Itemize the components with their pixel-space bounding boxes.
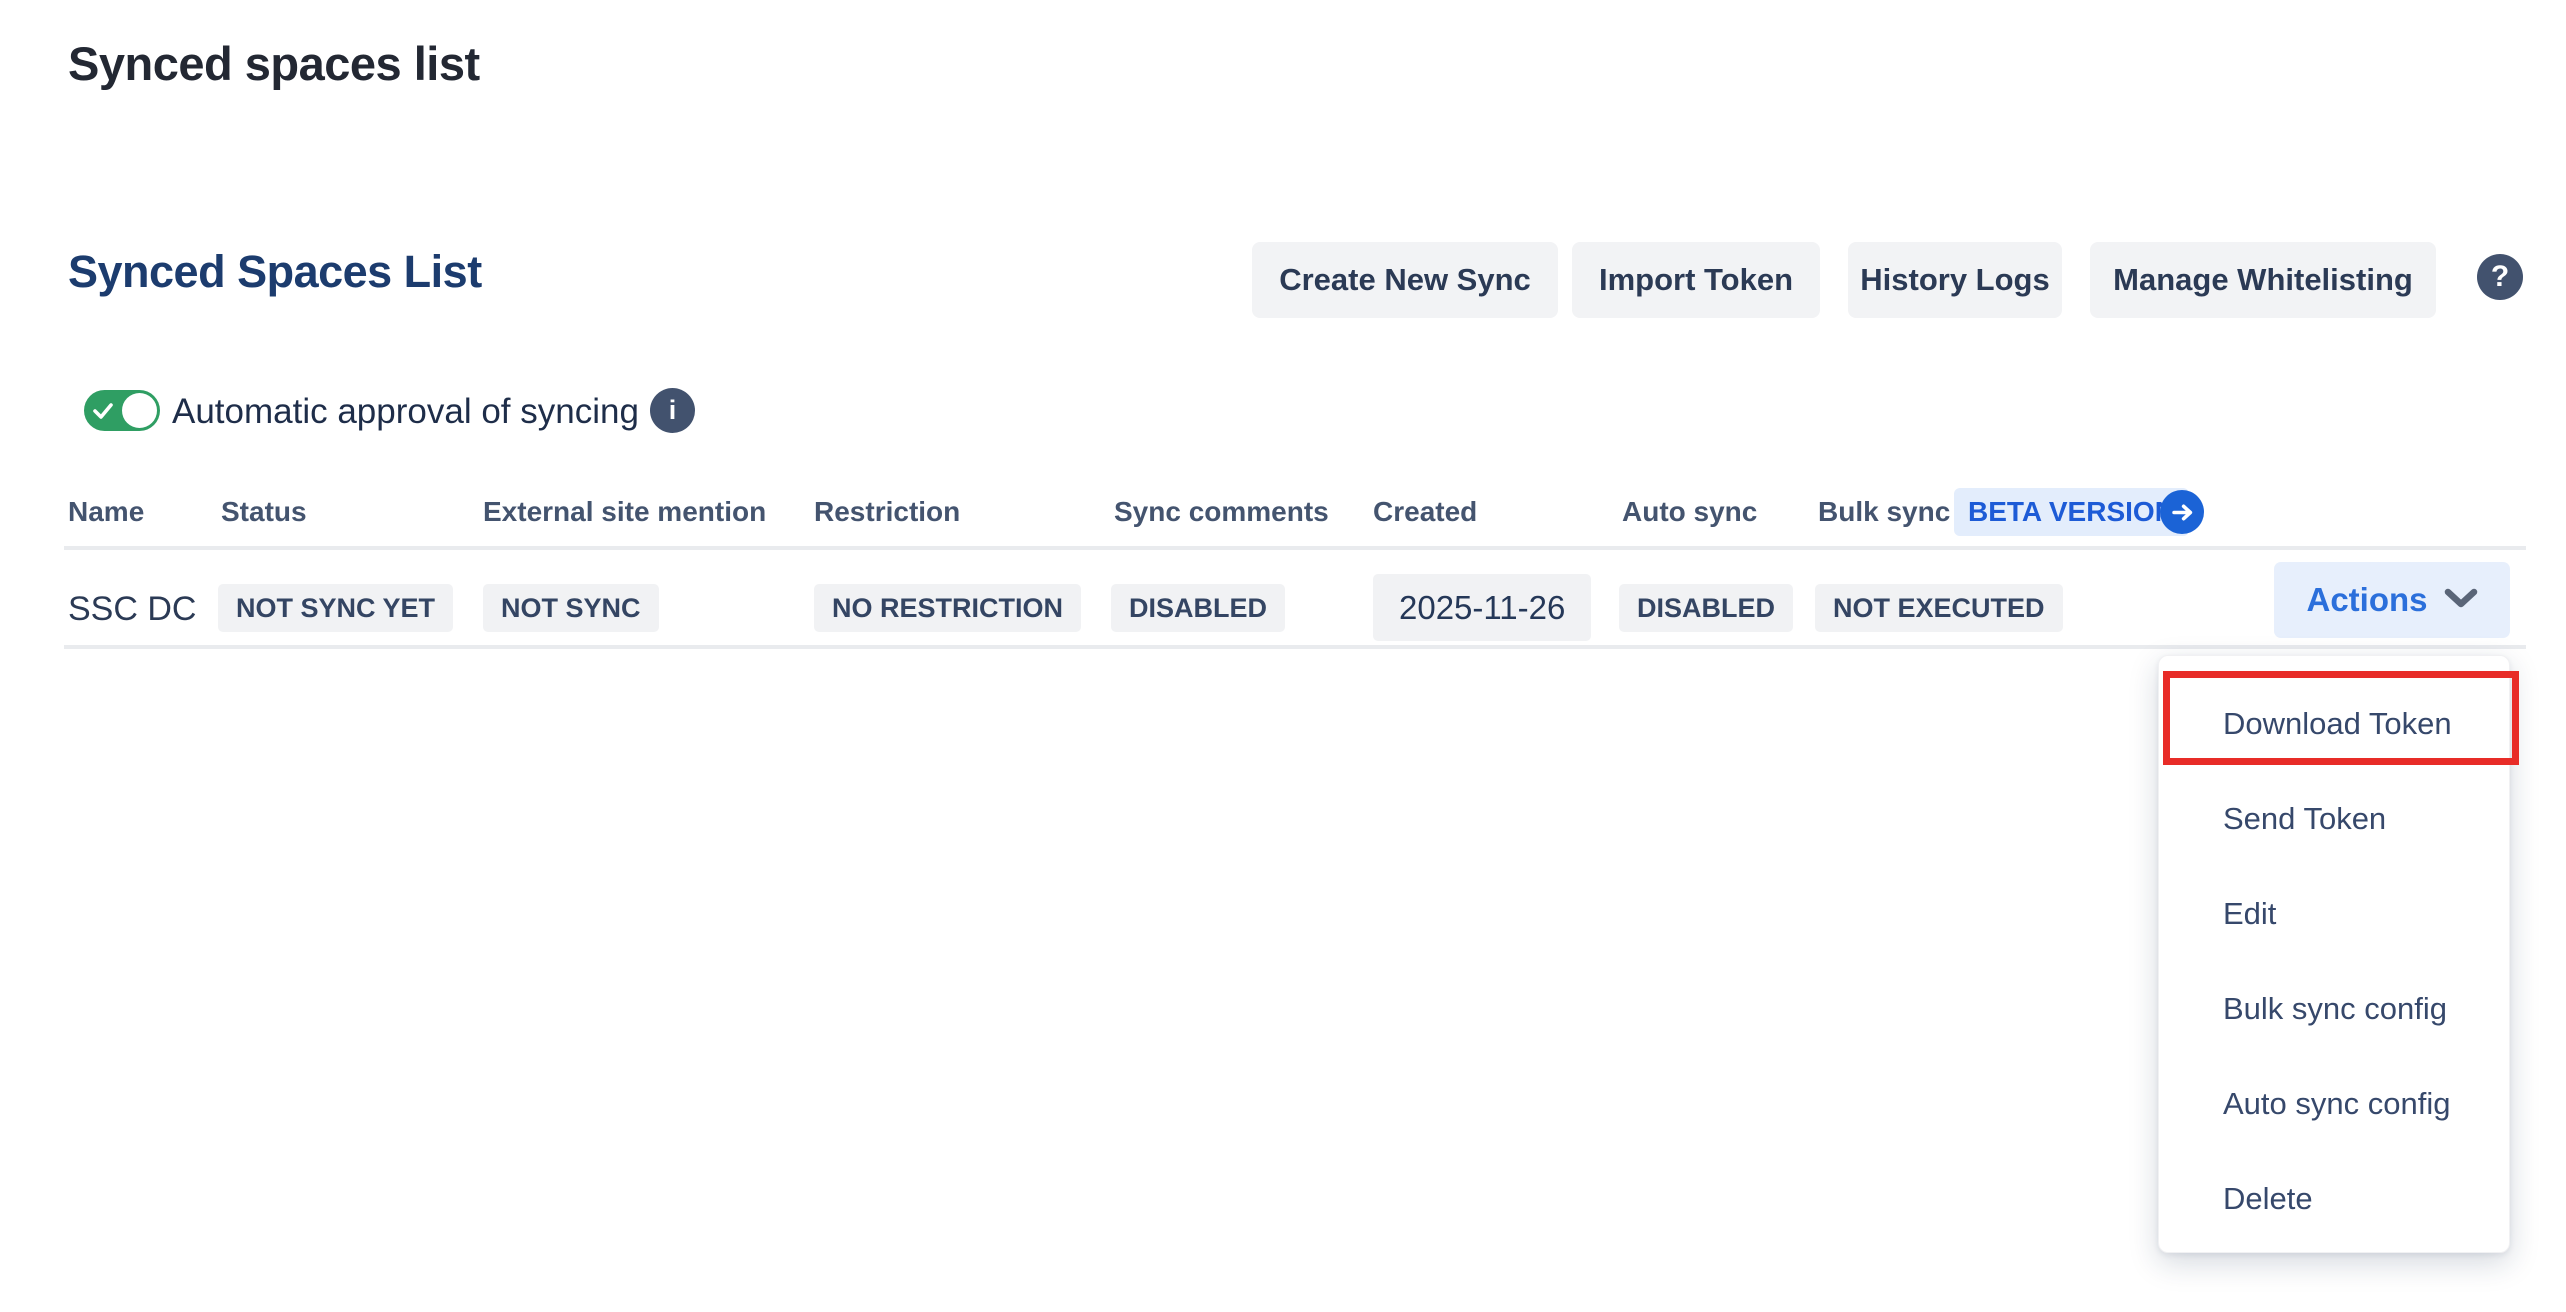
- toggle-label: Automatic approval of syncing: [172, 392, 639, 432]
- import-token-button[interactable]: Import Token: [1572, 242, 1820, 318]
- column-header-created: Created: [1373, 496, 1477, 528]
- help-icon[interactable]: ?: [2477, 254, 2523, 300]
- auto-sync-badge: DISABLED: [1619, 584, 1793, 632]
- header-divider: [64, 546, 2526, 550]
- bulk-sync-badge: NOT EXECUTED: [1815, 584, 2063, 632]
- section-heading: Synced Spaces List: [68, 246, 482, 298]
- external-site-mention-badge: NOT SYNC: [483, 584, 659, 632]
- actions-dropdown-button[interactable]: Actions: [2274, 562, 2510, 638]
- column-header-external-site-mention: External site mention: [483, 496, 766, 528]
- arrow-right-icon[interactable]: [2160, 490, 2204, 534]
- synced-spaces-page: Synced spaces list Synced Spaces List Cr…: [0, 0, 2566, 1312]
- history-logs-button[interactable]: History Logs: [1848, 242, 2062, 318]
- column-header-restriction: Restriction: [814, 496, 960, 528]
- column-header-status: Status: [221, 496, 307, 528]
- check-icon: [91, 399, 115, 423]
- menu-item-delete[interactable]: Delete: [2159, 1151, 2509, 1246]
- column-header-bulk-sync: Bulk sync: [1818, 496, 1950, 528]
- create-new-sync-button[interactable]: Create New Sync: [1252, 242, 1558, 318]
- menu-item-send-token[interactable]: Send Token: [2159, 771, 2509, 866]
- actions-dropdown-menu: Download Token Send Token Edit Bulk sync…: [2158, 655, 2510, 1253]
- created-date-badge: 2025-11-26: [1373, 574, 1591, 641]
- status-badge: NOT SYNC YET: [218, 584, 453, 632]
- menu-item-bulk-sync-config[interactable]: Bulk sync config: [2159, 961, 2509, 1056]
- actions-button-label: Actions: [2306, 581, 2427, 619]
- column-header-auto-sync: Auto sync: [1622, 496, 1757, 528]
- chevron-down-icon: [2444, 588, 2478, 613]
- column-header-name: Name: [68, 496, 144, 528]
- column-header-sync-comments: Sync comments: [1114, 496, 1329, 528]
- menu-item-auto-sync-config[interactable]: Auto sync config: [2159, 1056, 2509, 1151]
- menu-item-download-token[interactable]: Download Token: [2159, 676, 2509, 771]
- restriction-badge: NO RESTRICTION: [814, 584, 1081, 632]
- automatic-approval-toggle[interactable]: [84, 390, 160, 431]
- sync-comments-badge: DISABLED: [1111, 584, 1285, 632]
- page-title: Synced spaces list: [68, 36, 480, 91]
- row-divider: [64, 645, 2526, 649]
- toggle-knob: [122, 393, 157, 428]
- row-name: SSC DC: [68, 590, 196, 629]
- info-icon[interactable]: i: [650, 388, 695, 433]
- manage-whitelisting-button[interactable]: Manage Whitelisting: [2090, 242, 2436, 318]
- beta-version-badge: BETA VERSION: [1954, 488, 2189, 536]
- menu-item-edit[interactable]: Edit: [2159, 866, 2509, 961]
